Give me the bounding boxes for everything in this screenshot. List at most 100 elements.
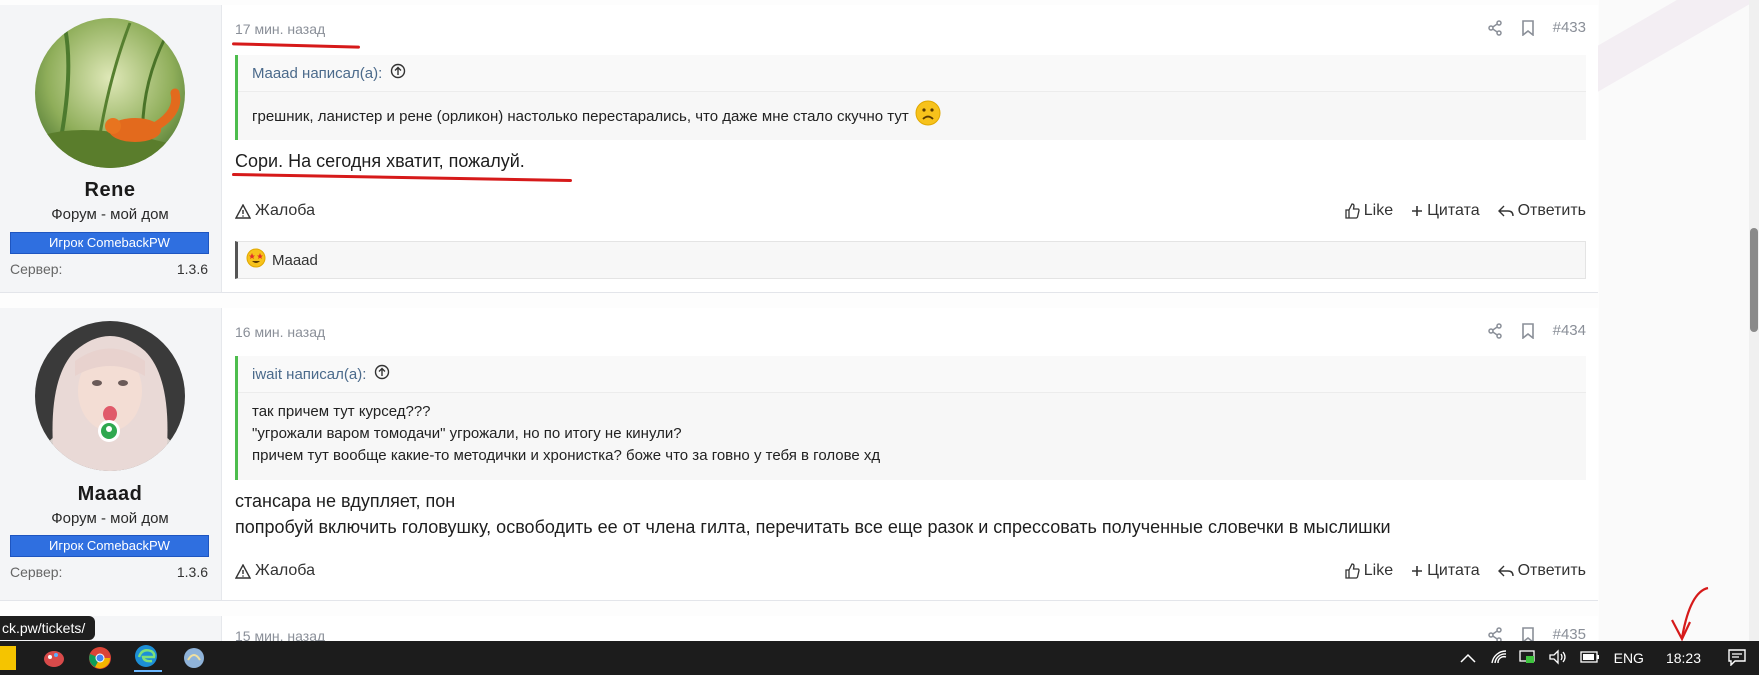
post-user-panel: Rene Форум - мой дом Игрок ComebackPW Се… [0, 5, 222, 292]
quote-line: "угрожали варом томодачи" угрожали, но п… [252, 425, 682, 442]
network-icon[interactable] [1518, 649, 1538, 668]
reply-button[interactable]: Ответить [1497, 202, 1586, 220]
sticky-notes-icon[interactable] [0, 646, 16, 670]
post-main: 15 мин. назад #435 [223, 616, 1598, 641]
plus-icon [1412, 206, 1423, 216]
bookmark-icon[interactable] [1521, 19, 1535, 36]
post-footer-right: Like Цитата Ответить [1344, 562, 1586, 580]
like-button[interactable]: Like [1344, 202, 1393, 220]
quote-header[interactable]: Maaad написал(а): [238, 55, 1586, 92]
report-label: Жалоба [255, 202, 315, 219]
user-banner: Игрок ComebackPW [10, 232, 209, 254]
annotation-arrow [1671, 586, 1709, 641]
post-number[interactable]: #433 [1553, 19, 1586, 36]
quote-label: Цитата [1427, 562, 1480, 579]
scrollbar-thumb[interactable] [1750, 228, 1758, 332]
share-icon[interactable] [1487, 19, 1503, 36]
like-label: Like [1363, 202, 1394, 219]
quote-button[interactable]: Цитата [1411, 562, 1480, 580]
background-decoration [1599, 0, 1759, 641]
paint-app-icon[interactable] [42, 646, 66, 670]
post-number[interactable]: #434 [1553, 322, 1586, 339]
arrow-up-circle-icon[interactable] [390, 63, 406, 83]
post-footer-right: Like Цитата Ответить [1344, 202, 1586, 220]
thumbs-up-icon [1345, 563, 1360, 579]
quote-label: Цитата [1427, 202, 1480, 219]
server-label: Сервер: [10, 261, 63, 277]
reactions-bar[interactable]: Maaad [235, 241, 1586, 279]
reply-button[interactable]: Ответить [1497, 562, 1586, 580]
quote-body: грешник, ланистер и рене (орликон) насто… [238, 92, 1586, 141]
share-icon[interactable] [1487, 322, 1503, 339]
quote-body: так причем тут курсед??? "угрожали варом… [238, 393, 1586, 475]
report-button[interactable]: Жалоба [235, 562, 315, 580]
avatar[interactable] [35, 321, 185, 471]
report-button[interactable]: Жалоба [235, 202, 315, 220]
username[interactable]: Maaad [0, 483, 220, 506]
status-url-tooltip: ck.pw/tickets/ [0, 616, 96, 640]
post-main: 16 мин. назад #434 iwait написал(а): так… [223, 308, 1598, 600]
post-date[interactable]: 15 мин. назад [235, 628, 325, 641]
avatar[interactable] [35, 18, 185, 168]
wifi-icon[interactable] [1490, 649, 1508, 668]
chrome-icon[interactable] [88, 646, 112, 670]
language-indicator[interactable]: ENG [1614, 650, 1644, 666]
reply-label: Ответить [1517, 562, 1586, 579]
reply-label: Ответить [1517, 202, 1586, 219]
online-icon [98, 420, 120, 442]
forum-thread-page: Rene Форум - мой дом Игрок ComebackPW Се… [0, 0, 1759, 641]
post-footer: Жалоба Like Цитата Ответить [235, 202, 1586, 220]
server-value: 1.3.6 [176, 564, 208, 580]
quote-header[interactable]: iwait написал(а): [238, 356, 1586, 393]
warning-icon [235, 563, 251, 579]
message-line: попробуй включить головушку, освободить … [235, 517, 1391, 537]
like-label: Like [1363, 562, 1394, 579]
notification-icon[interactable] [1727, 648, 1747, 669]
scrollbar[interactable] [1749, 0, 1759, 641]
post-footer-left: Жалоба [235, 562, 315, 580]
plus-icon [1412, 566, 1423, 576]
reply-icon [1497, 565, 1514, 577]
warning-icon [235, 203, 251, 219]
post-date[interactable]: 17 мин. назад [235, 21, 325, 37]
quote-author: Maaad написал(а): [252, 64, 383, 82]
user-title: Форум - мой дом [51, 206, 169, 223]
windows-taskbar: ENG 18:23 [0, 641, 1759, 675]
report-label: Жалоба [255, 562, 315, 579]
reaction-user[interactable]: Maaad [272, 252, 318, 269]
chevron-up-icon[interactable] [1460, 650, 1476, 666]
bookmark-icon[interactable] [1521, 626, 1535, 641]
quote-line: причем тут вообще какие-то методички и х… [252, 447, 881, 464]
volume-icon[interactable] [1548, 648, 1568, 668]
post-footer: Жалоба Like Цитата Ответить [235, 562, 1586, 580]
post-message: Сори. На сегодня хватит, пожалуй. [235, 148, 525, 174]
quote-block: Maaad написал(а): грешник, ланистер и ре… [235, 55, 1586, 140]
post-435: 15 мин. назад #435 [0, 616, 1598, 641]
post-top-actions: #433 [1487, 19, 1586, 36]
post-number[interactable]: #435 [1553, 626, 1586, 641]
message-line: Сори. На сегодня хватит, пожалуй. [235, 151, 525, 171]
post-date[interactable]: 16 мин. назад [235, 324, 325, 340]
post-main: 17 мин. назад #433 Maaad написал(а): гре… [223, 5, 1598, 292]
share-icon[interactable] [1487, 626, 1503, 641]
clock[interactable]: 18:23 [1666, 650, 1701, 666]
user-banner: Игрок ComebackPW [10, 535, 209, 557]
battery-icon[interactable] [1579, 650, 1600, 666]
quote-line: так причем тут курсед??? [252, 403, 431, 420]
quote-button[interactable]: Цитата [1411, 202, 1480, 220]
quote-block: iwait написал(а): так причем тут курсед?… [235, 356, 1586, 480]
post-433: Rene Форум - мой дом Игрок ComebackPW Се… [0, 5, 1598, 293]
star-eyes-emoji-icon [246, 248, 266, 272]
game-app-icon[interactable] [182, 646, 206, 670]
quote-author: iwait написал(а): [252, 365, 367, 383]
server-label: Сервер: [10, 564, 63, 580]
like-button[interactable]: Like [1344, 562, 1393, 580]
frown-emoji-icon [915, 100, 941, 133]
username[interactable]: Rene [0, 179, 220, 202]
edge-icon[interactable] [134, 644, 162, 672]
arrow-up-circle-icon[interactable] [374, 364, 390, 384]
reply-icon [1497, 205, 1514, 217]
bookmark-icon[interactable] [1521, 322, 1535, 339]
post-top-actions: #434 [1487, 322, 1586, 339]
post-top-actions: #435 [1487, 626, 1586, 641]
